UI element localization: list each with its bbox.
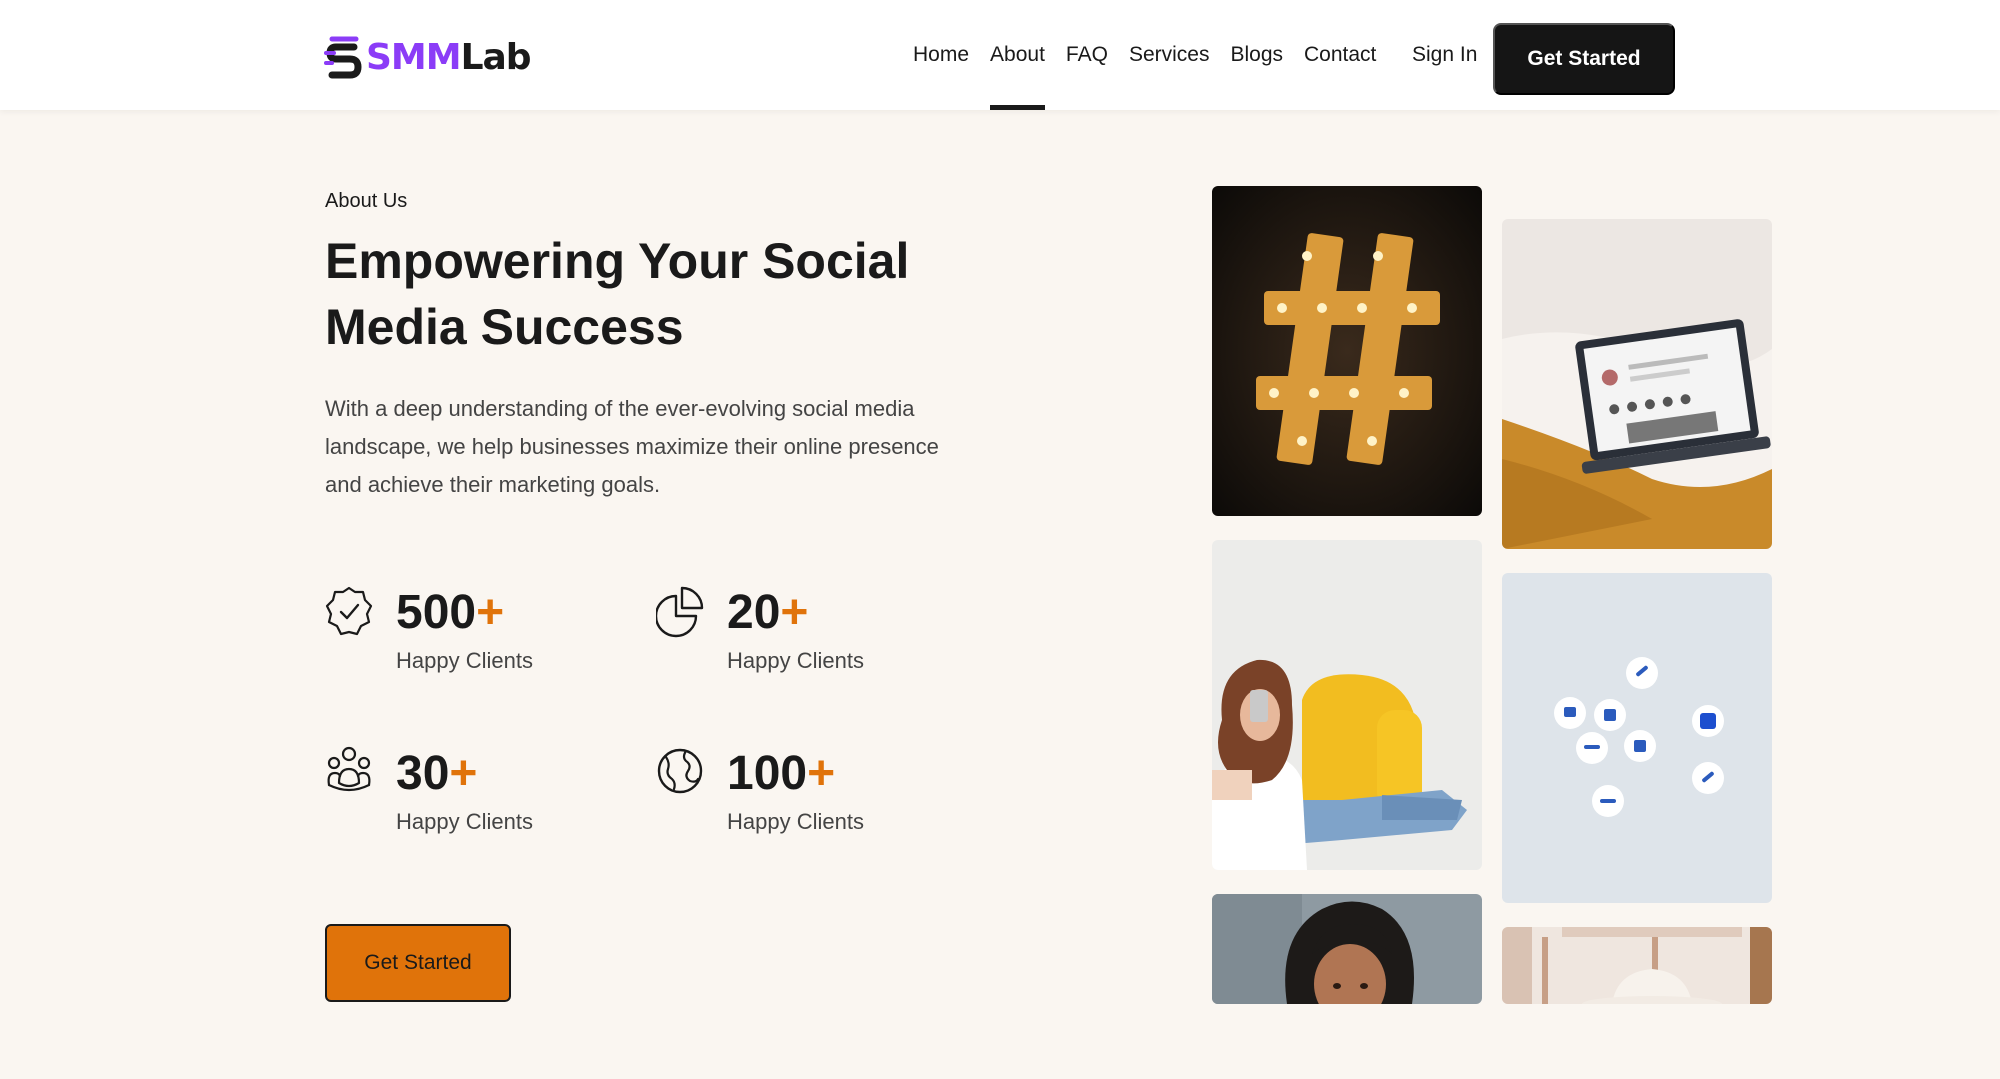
section-description: With a deep understanding of the ever-ev… [325,396,939,497]
stat-value: 100+ [727,747,836,800]
stat-label: Happy Clients [396,648,533,673]
page-title: Empowering Your Social Media Success [325,228,1025,360]
stat-item: 100+ Happy Clients [656,745,956,855]
hashtag-marquee-photo [1212,186,1482,516]
stat-label: Happy Clients [727,648,864,673]
stat-value: 20+ [727,586,809,639]
main-nav: Home About FAQ Services Blogs Contact [913,0,1397,110]
laptop-on-bed-photo [1502,219,1772,549]
woman-yellow-chair-photo [1212,540,1482,870]
hero-get-started-button[interactable]: Get Started [325,924,511,1002]
people-group-icon [327,746,371,792]
logo-icon [324,36,362,79]
curly-hair-woman-photo [1212,894,1482,1004]
about-section: About Us Empowering Your Social Media Su… [0,110,2000,1079]
stat-label: Happy Clients [727,809,864,834]
nav-services[interactable]: Services [1129,0,1210,110]
pie-chart-icon [656,586,704,638]
nav-about[interactable]: About [990,0,1045,110]
section-eyebrow: About Us [325,190,408,212]
stat-label: Happy Clients [396,809,533,834]
globe-icon [657,748,703,794]
title-line-1: Empowering Your Social [325,233,910,289]
stat-item: 500+ Happy Clients [325,584,625,694]
nav-faq[interactable]: FAQ [1066,0,1108,110]
badge-check-icon [325,586,373,636]
nav-contact[interactable]: Contact [1304,0,1376,110]
stat-item: 20+ Happy Clients [656,584,956,694]
stat-value: 30+ [396,747,478,800]
sign-in-link[interactable]: Sign In [1412,0,1477,110]
nav-blogs[interactable]: Blogs [1230,0,1283,110]
title-line-2: Media Success [325,299,684,355]
logo-text: SMMLab [366,36,532,78]
stat-item: 30+ Happy Clients [325,745,625,855]
nav-home[interactable]: Home [913,0,969,110]
stat-value: 500+ [396,586,505,639]
site-header: SMMLab Home About FAQ Services Blogs Con… [0,0,2000,110]
logo[interactable]: SMMLab [324,32,532,82]
hat-interior-photo [1502,927,1772,1004]
header-get-started-button[interactable]: Get Started [1493,23,1675,95]
social-media-pins-photo [1502,573,1772,903]
